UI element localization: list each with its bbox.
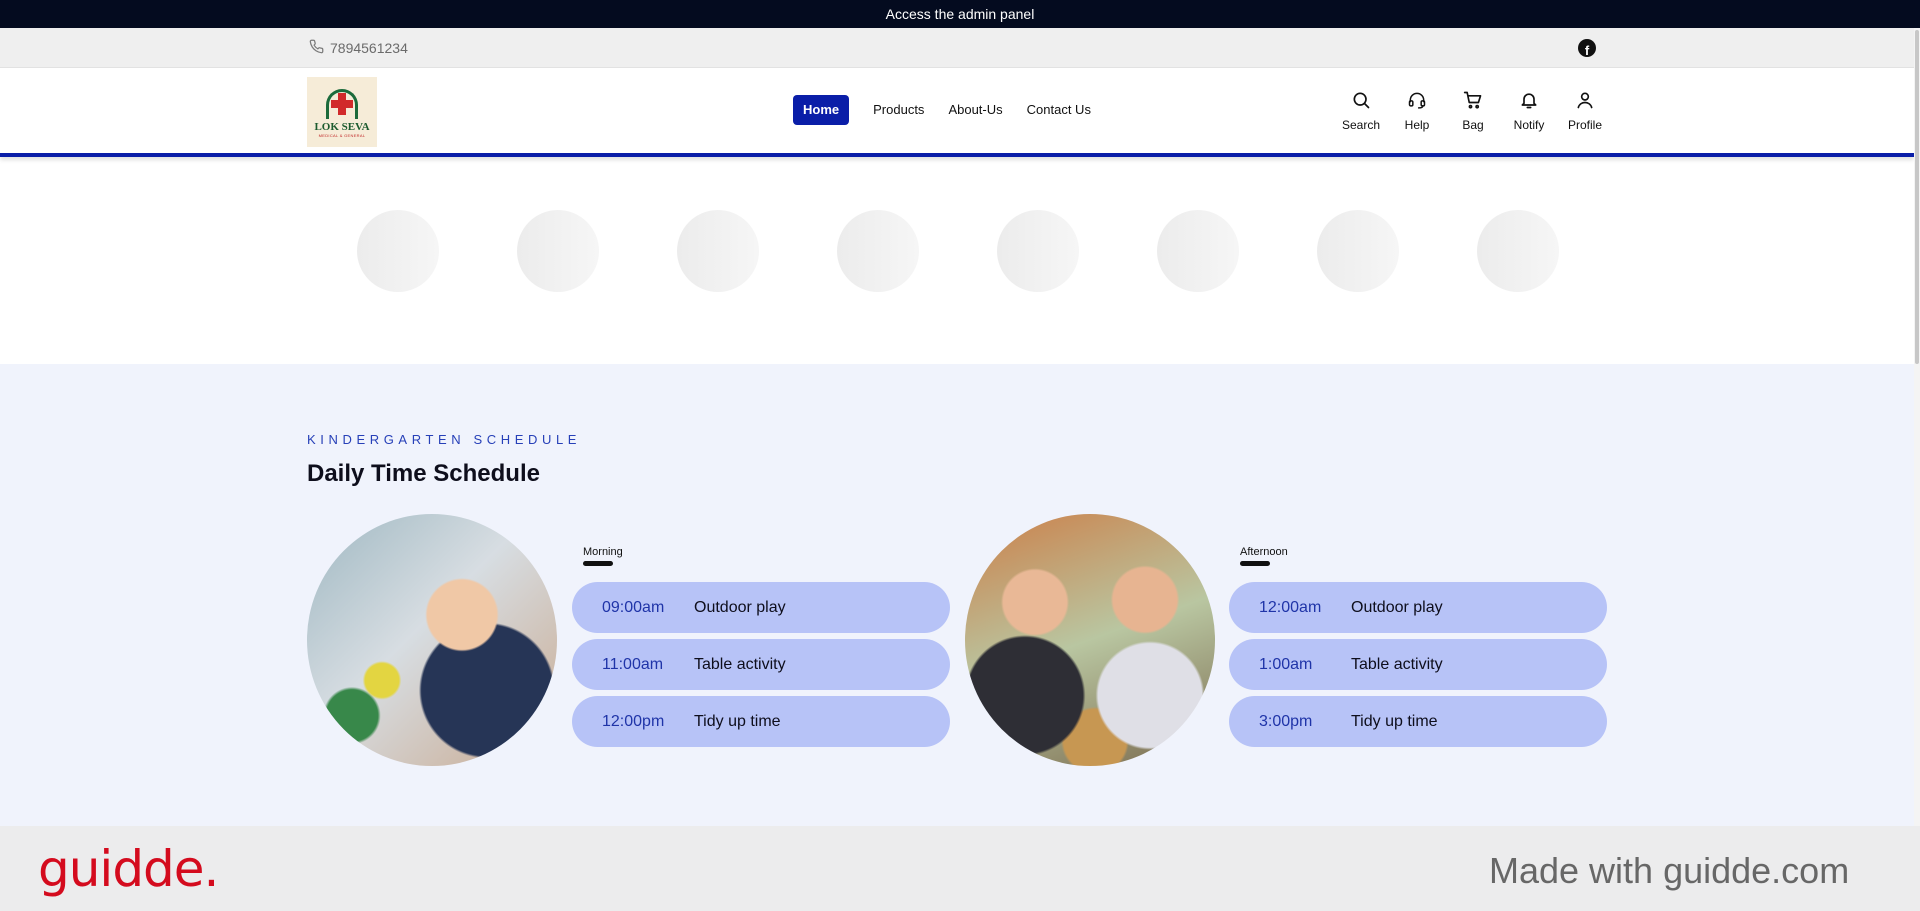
category-placeholder[interactable] <box>677 210 759 292</box>
notify-button[interactable]: Notify <box>1501 90 1557 132</box>
site-logo[interactable]: LOK SEVA MEDICAL & GENERAL <box>307 77 377 147</box>
category-placeholder[interactable] <box>1317 210 1399 292</box>
schedule-activity: Outdoor play <box>1351 598 1443 616</box>
site-header: LOK SEVA MEDICAL & GENERAL Home Products… <box>0 68 1914 157</box>
main-nav: Home Products About-Us Contact Us <box>793 95 1103 125</box>
afternoon-label: Afternoon <box>1240 546 1288 566</box>
afternoon-kids-photo <box>965 514 1215 766</box>
bag-button[interactable]: Bag <box>1445 90 1501 132</box>
schedule-activity: Outdoor play <box>694 598 786 616</box>
category-placeholder[interactable] <box>997 210 1079 292</box>
nav-home[interactable]: Home <box>793 95 850 125</box>
schedule-row: 12:00am Outdoor play <box>1229 582 1607 633</box>
nav-products[interactable]: Products <box>861 95 936 125</box>
phone-icon <box>309 39 324 57</box>
schedule-time: 12:00pm <box>602 712 665 730</box>
scrollbar-thumb[interactable] <box>1915 30 1919 364</box>
schedule-time: 1:00am <box>1259 655 1313 673</box>
help-button[interactable]: Help <box>1389 90 1445 132</box>
facebook-glyph: f <box>1584 43 1590 57</box>
admin-panel-link[interactable]: Access the admin panel <box>886 6 1035 22</box>
profile-button[interactable]: Profile <box>1557 90 1613 132</box>
schedule-activity: Tidy up time <box>1351 712 1438 730</box>
logo-subtitle: MEDICAL & GENERAL <box>318 132 366 138</box>
phone-contact[interactable]: 7894561234 <box>309 28 408 68</box>
schedule-time: 12:00am <box>1259 598 1322 616</box>
search-icon <box>1351 90 1371 113</box>
help-label: Help <box>1404 118 1430 132</box>
schedule-time: 3:00pm <box>1259 712 1313 730</box>
category-placeholder[interactable] <box>1157 210 1239 292</box>
admin-panel-banner[interactable]: Access the admin panel <box>0 0 1920 28</box>
header-actions: Search Help Bag Notify Profile <box>1333 90 1613 132</box>
schedule-activity: Table activity <box>1351 655 1443 673</box>
guidde-footer: guidde. Made with guidde.com <box>0 826 1920 911</box>
headset-icon <box>1407 90 1427 113</box>
category-placeholder[interactable] <box>357 210 439 292</box>
bag-label: Bag <box>1462 118 1484 132</box>
schedule-row: 11:00am Table activity <box>572 639 950 690</box>
contact-strip: 7894561234 f <box>0 28 1914 68</box>
schedule-section: KINDERGARTEN SCHEDULE Daily Time Schedul… <box>0 364 1914 826</box>
nav-about-us[interactable]: About-Us <box>936 95 1014 125</box>
schedule-eyebrow: KINDERGARTEN SCHEDULE <box>307 432 582 447</box>
schedule-row: 3:00pm Tidy up time <box>1229 696 1607 747</box>
profile-label: Profile <box>1567 118 1602 132</box>
morning-label: Morning <box>583 546 623 566</box>
category-placeholder[interactable] <box>837 210 919 292</box>
category-placeholder[interactable] <box>1477 210 1559 292</box>
schedule-title: Daily Time Schedule <box>307 460 540 487</box>
facebook-icon[interactable]: f <box>1578 39 1596 57</box>
guidde-logo: guidde. <box>38 840 219 898</box>
afternoon-schedule-list: 12:00am Outdoor play 1:00am Table activi… <box>1229 582 1607 747</box>
notify-label: Notify <box>1513 118 1545 132</box>
schedule-row: 1:00am Table activity <box>1229 639 1607 690</box>
made-with-text: Made with guidde.com <box>1489 850 1850 891</box>
bell-icon <box>1519 90 1539 113</box>
category-carousel <box>357 210 1559 292</box>
schedule-time: 11:00am <box>602 655 664 673</box>
user-icon <box>1575 90 1595 113</box>
schedule-activity: Tidy up time <box>694 712 781 730</box>
cart-icon <box>1463 90 1483 113</box>
logo-name: LOK SEVA <box>314 120 370 133</box>
morning-schedule-list: 09:00am Outdoor play 11:00am Table activ… <box>572 582 950 747</box>
schedule-time: 09:00am <box>602 598 665 616</box>
schedule-activity: Table activity <box>694 655 786 673</box>
phone-number: 7894561234 <box>330 40 408 56</box>
schedule-row: 09:00am Outdoor play <box>572 582 950 633</box>
page-scrollbar[interactable] <box>1914 28 1920 826</box>
search-label: Search <box>1341 118 1381 132</box>
schedule-row: 12:00pm Tidy up time <box>572 696 950 747</box>
morning-kid-photo <box>307 514 557 766</box>
category-placeholder[interactable] <box>517 210 599 292</box>
logo-emblem-icon <box>324 87 360 119</box>
nav-contact-us[interactable]: Contact Us <box>1015 95 1103 125</box>
search-button[interactable]: Search <box>1333 90 1389 132</box>
